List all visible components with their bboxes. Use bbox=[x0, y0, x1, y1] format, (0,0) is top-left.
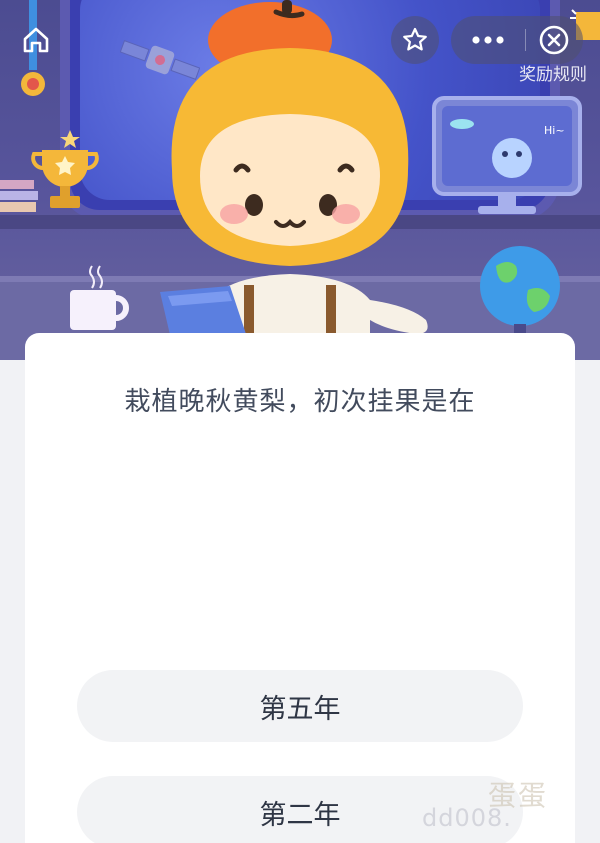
globe-icon bbox=[480, 246, 560, 334]
monitor-icon: Hi~ bbox=[432, 96, 582, 214]
star-icon bbox=[403, 27, 427, 51]
question-text: 栽植晚秋黄梨，初次挂果是在 bbox=[124, 387, 476, 417]
reward-rules-link[interactable]: 奖励规则 bbox=[505, 60, 587, 85]
more-button[interactable] bbox=[451, 16, 525, 64]
question-card: 栽植晚秋黄梨，初次挂果是在 第五年 第二年 bbox=[25, 333, 575, 843]
home-icon bbox=[23, 27, 49, 53]
favorite-button[interactable] bbox=[391, 16, 439, 64]
trophy-icon bbox=[31, 130, 99, 208]
close-circle-icon bbox=[539, 25, 569, 55]
more-dots-icon bbox=[472, 36, 504, 44]
mini-program-capsule bbox=[451, 16, 583, 64]
close-button[interactable] bbox=[526, 16, 582, 64]
books-icon bbox=[0, 180, 38, 212]
answer-option-2[interactable]: 第二年 bbox=[77, 776, 523, 843]
mug-icon bbox=[70, 265, 129, 330]
svg-text:Hi~: Hi~ bbox=[544, 124, 565, 137]
home-button[interactable] bbox=[16, 20, 56, 60]
answer-option-1[interactable]: 第五年 bbox=[77, 670, 523, 742]
